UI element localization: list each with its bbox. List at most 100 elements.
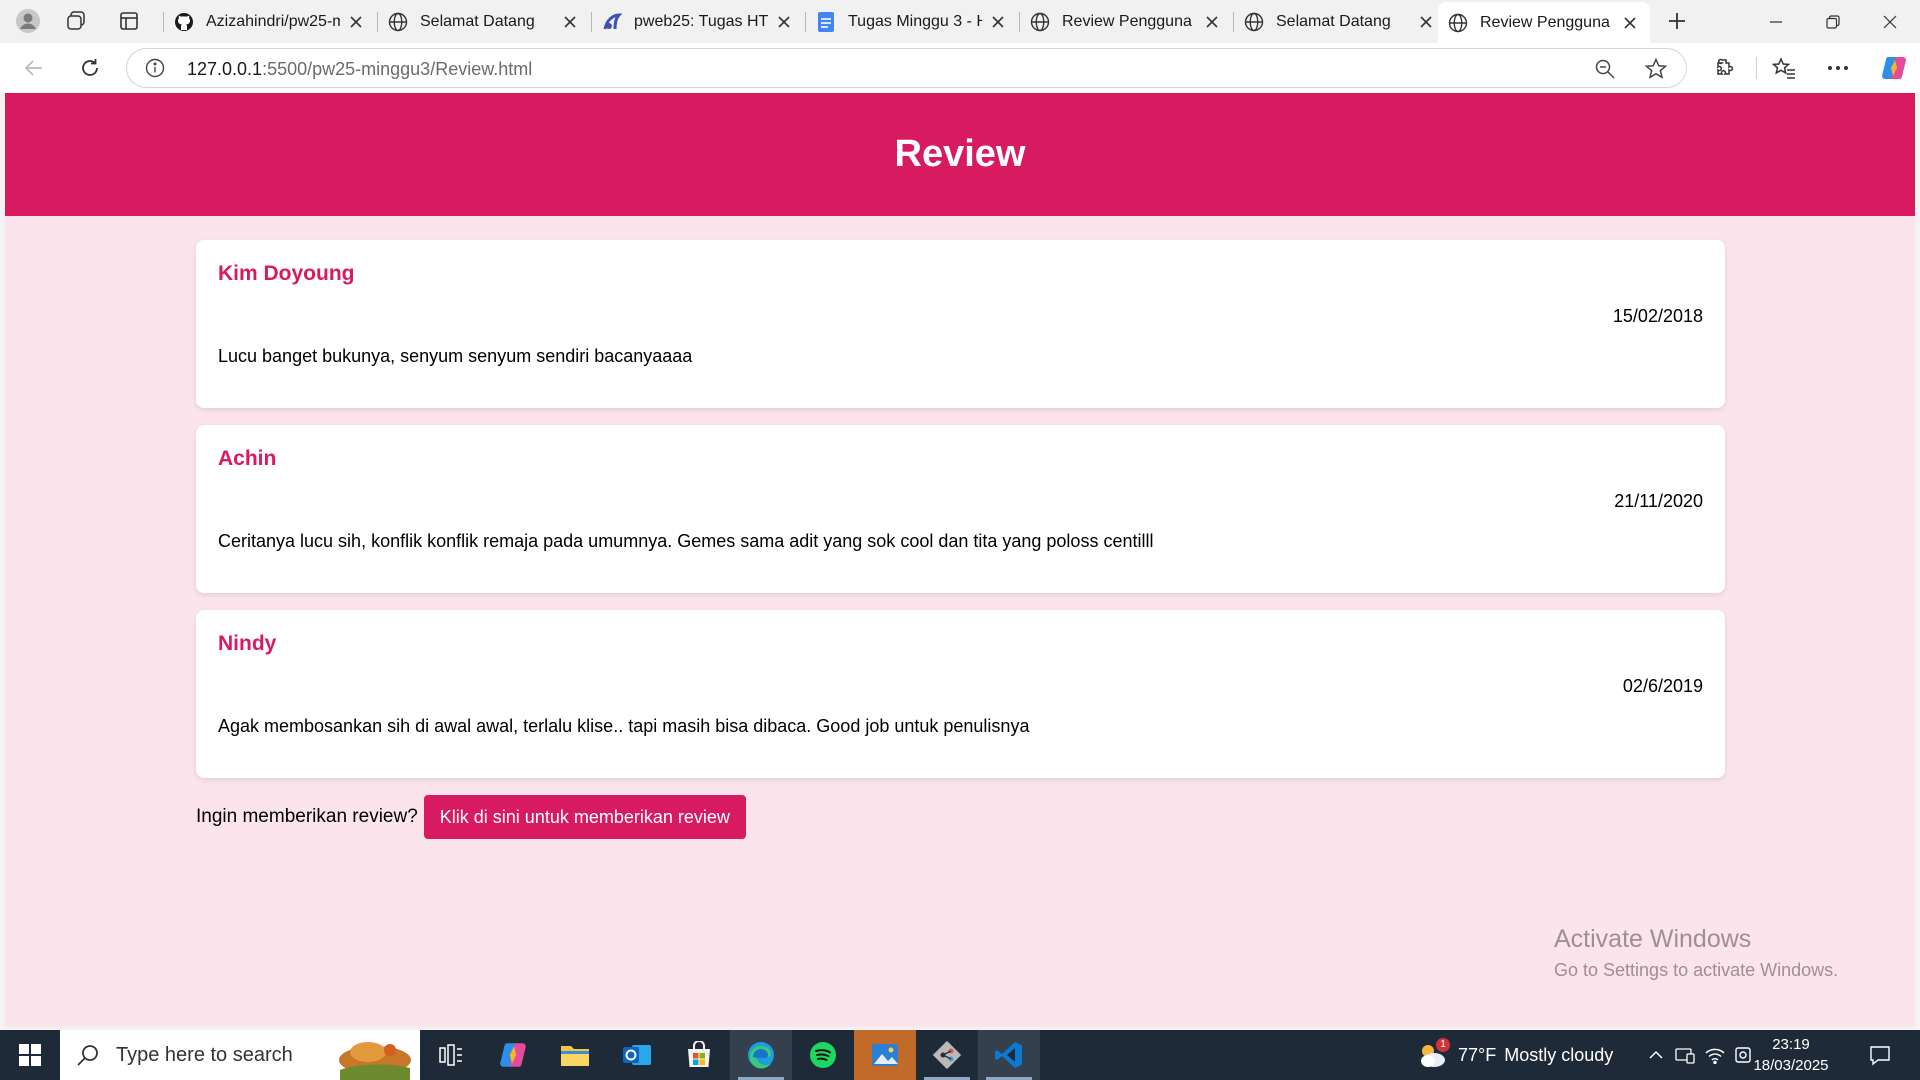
give-review-button[interactable]: Klik di sini untuk memberikan review <box>423 795 746 839</box>
review-date: 15/02/2018 <box>1612 306 1703 326</box>
system-clock[interactable]: 23:19 18/03/2025 <box>1746 1034 1836 1076</box>
device-icon[interactable] <box>1672 1046 1698 1064</box>
extensions-icon[interactable] <box>1705 49 1745 87</box>
page-header: Review <box>5 93 1915 216</box>
chevron-up-icon[interactable] <box>1644 1050 1668 1060</box>
weather-cloudy-icon: 1 <box>1416 1038 1450 1070</box>
zoom-out-icon[interactable] <box>1594 58 1616 80</box>
weather-widget[interactable]: 1 77°F Mostly cloudy <box>1416 1030 1613 1080</box>
weather-description: Mostly cloudy <box>1504 1044 1614 1065</box>
favorite-star-icon[interactable] <box>1644 57 1668 81</box>
globe-icon <box>388 12 408 32</box>
tab-title: Azizahindri/pw25-m <box>206 13 340 30</box>
watermark-subtitle: Go to Settings to activate Windows. <box>1554 960 1839 980</box>
review-card: Nindy 02/6/2019 Agak membosankan sih di … <box>196 610 1725 778</box>
close-window-button[interactable] <box>1862 0 1918 43</box>
clock-time: 23:19 <box>1772 1036 1810 1053</box>
close-icon[interactable] <box>988 12 1008 32</box>
edge-icon[interactable] <box>730 1030 792 1080</box>
tab-strip: Azizahindri/pw25-m Selamat Datang pweb25… <box>0 0 1920 43</box>
copilot-icon[interactable] <box>1874 49 1914 87</box>
photos-app-icon[interactable] <box>854 1030 916 1080</box>
reviewer-name: Kim Doyoung <box>218 262 355 285</box>
close-icon[interactable] <box>1620 13 1640 33</box>
vscode-icon[interactable] <box>978 1030 1040 1080</box>
weather-badge: 1 <box>1436 1038 1450 1052</box>
file-explorer-icon[interactable] <box>544 1030 606 1080</box>
outlook-icon[interactable] <box>606 1030 668 1080</box>
page-title: Review <box>894 133 1026 175</box>
tab-review-pengguna-active[interactable]: Review Pengguna <box>1438 2 1650 43</box>
tab-title: Review Pengguna <box>1480 13 1610 31</box>
reviewer-name: Nindy <box>218 632 277 655</box>
back-button[interactable] <box>14 49 54 87</box>
close-icon[interactable] <box>1202 12 1222 32</box>
notifications-icon[interactable] <box>1860 1030 1900 1080</box>
globe-icon <box>1030 12 1050 32</box>
tab-title: Selamat Datang <box>1276 13 1391 30</box>
favorites-icon[interactable] <box>1764 49 1804 87</box>
tab-title: Review Pengguna <box>1062 13 1192 30</box>
copilot-taskbar-icon[interactable] <box>482 1030 544 1080</box>
minimize-button[interactable] <box>1748 0 1804 43</box>
weather-temperature: 77°F <box>1458 1044 1497 1065</box>
taskbar-search[interactable]: Type here to search <box>60 1030 420 1080</box>
moodle-icon <box>602 12 622 32</box>
address-bar[interactable]: 127.0.0.1:5500/pw25-minggu3/Review.html <box>126 48 1687 88</box>
tab-selamat-datang[interactable]: Selamat Datang <box>378 4 590 40</box>
network-icon[interactable] <box>1702 1046 1728 1064</box>
close-icon[interactable] <box>1416 12 1436 32</box>
cta-prompt: Ingin memberikan review? <box>196 806 418 827</box>
git-client-icon[interactable] <box>916 1030 978 1080</box>
windows-taskbar: Type here to search 1 77°F Mostly cloudy… <box>0 1030 1920 1080</box>
new-tab-button[interactable] <box>1657 4 1697 38</box>
profile-icon[interactable] <box>8 4 48 38</box>
reviewer-name: Achin <box>218 447 277 470</box>
globe-icon <box>1244 12 1264 32</box>
docs-icon <box>816 12 836 32</box>
task-view-icon[interactable] <box>420 1030 482 1080</box>
tray-icons <box>1644 1030 1756 1080</box>
review-text: Ceritanya lucu sih, konflik konflik rema… <box>218 531 1154 551</box>
review-text: Agak membosankan sih di awal awal, terla… <box>218 716 1030 736</box>
watermark-title: Activate Windows <box>1554 925 1752 953</box>
tab-title: Selamat Datang <box>420 13 535 30</box>
tab-selamat-datang-2[interactable]: Selamat Datang <box>1234 4 1446 40</box>
spotify-icon[interactable] <box>792 1030 854 1080</box>
start-button[interactable] <box>0 1030 60 1080</box>
tab-github[interactable]: Azizahindri/pw25-m <box>164 4 376 40</box>
review-card: Achin 21/11/2020 Ceritanya lucu sih, kon… <box>196 425 1725 593</box>
search-highlight-image <box>320 1030 420 1080</box>
clock-date: 18/03/2025 <box>1753 1057 1829 1074</box>
tab-title: Tugas Minggu 3 - H <box>848 13 982 30</box>
page-viewport: Review Kim Doyoung 15/02/2018 Lucu bange… <box>5 93 1915 1027</box>
more-menu-icon[interactable] <box>1818 49 1858 87</box>
close-icon[interactable] <box>774 12 794 32</box>
review-card: Kim Doyoung 15/02/2018 Lucu banget bukun… <box>196 240 1725 408</box>
refresh-button[interactable] <box>70 49 110 87</box>
activate-windows-watermark: Activate Windows Go to Settings to activ… <box>1554 925 1838 981</box>
workspaces-icon[interactable] <box>56 4 96 38</box>
url-text: 127.0.0.1:5500/pw25-minggu3/Review.html <box>187 59 532 80</box>
tab-pweb25[interactable]: pweb25: Tugas HTM <box>592 4 804 40</box>
review-date: 02/6/2019 <box>1622 676 1703 696</box>
search-placeholder: Type here to search <box>116 1043 293 1066</box>
tab-actions-icon[interactable] <box>109 4 149 38</box>
search-icon <box>76 1043 100 1067</box>
browser-toolbar: 127.0.0.1:5500/pw25-minggu3/Review.html <box>0 43 1920 93</box>
tab-tugas-minggu[interactable]: Tugas Minggu 3 - H <box>806 4 1018 40</box>
info-icon[interactable] <box>145 58 165 78</box>
tab-title: pweb25: Tugas HTM <box>634 13 768 30</box>
close-icon[interactable] <box>560 12 580 32</box>
review-text: Lucu banget bukunya, senyum senyum sendi… <box>218 346 693 366</box>
github-icon <box>174 12 194 32</box>
microsoft-store-icon[interactable] <box>668 1030 730 1080</box>
url-path: :5500/pw25-minggu3/Review.html <box>262 59 533 79</box>
close-icon[interactable] <box>346 12 366 32</box>
restore-button[interactable] <box>1805 0 1861 43</box>
url-host: 127.0.0.1 <box>187 59 263 79</box>
tab-review-pengguna[interactable]: Review Pengguna <box>1020 4 1232 40</box>
review-cta: Ingin memberikan review? Klik di sini un… <box>196 795 746 839</box>
globe-icon <box>1448 13 1468 33</box>
review-date: 21/11/2020 <box>1614 491 1703 511</box>
